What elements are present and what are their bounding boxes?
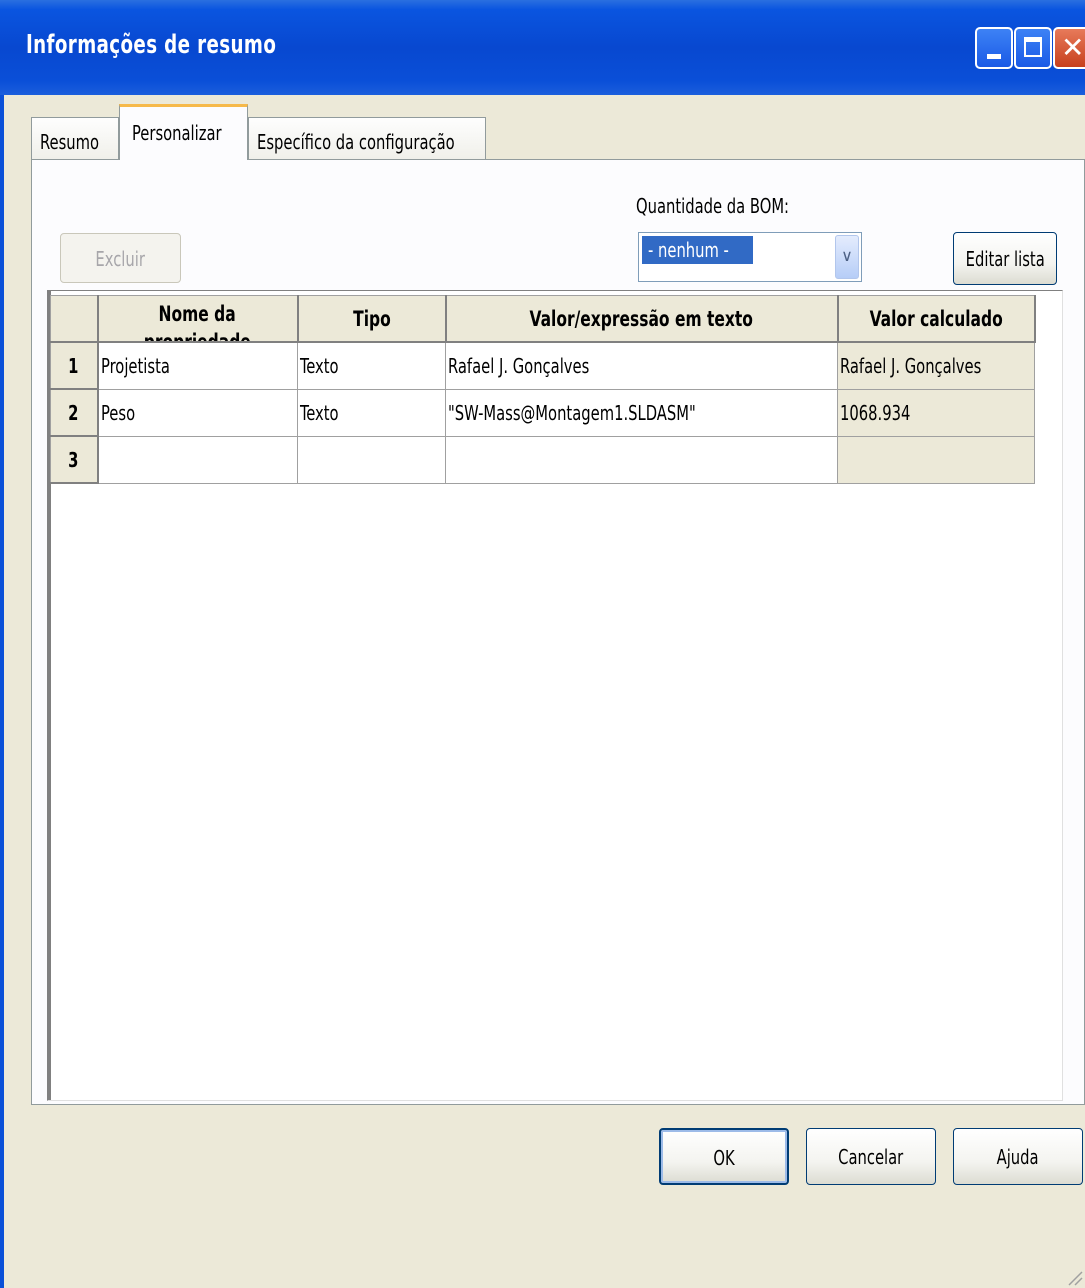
cell-text: Rafael J. Gonçalves bbox=[448, 353, 590, 378]
column-header-name-line2: propriedade bbox=[144, 332, 251, 340]
cell-calculated: 1068.934 bbox=[837, 388, 1035, 437]
title-bar[interactable]: Informações de resumo ✕ bbox=[0, 0, 1085, 95]
maximize-button[interactable] bbox=[1014, 27, 1052, 69]
cell-value[interactable] bbox=[445, 435, 838, 484]
cell-text: Projetista bbox=[100, 353, 170, 378]
row-header[interactable]: 2 bbox=[50, 388, 99, 437]
bom-quantity-label: Quantidade da BOM: bbox=[636, 194, 790, 218]
bom-quantity-value: - nenhum - bbox=[642, 236, 753, 264]
row-number: 3 bbox=[68, 447, 79, 472]
cell-name[interactable]: Projetista bbox=[97, 341, 298, 390]
cell-name[interactable]: Peso bbox=[97, 388, 298, 437]
tab-label: Específico da configuração bbox=[257, 130, 455, 154]
cell-type[interactable] bbox=[297, 435, 446, 484]
window-title: Informações de resumo bbox=[26, 30, 277, 60]
bom-quantity-value-text: - nenhum - bbox=[648, 238, 729, 262]
minimize-icon bbox=[987, 54, 1001, 59]
cell-text: Peso bbox=[100, 400, 135, 425]
tab-label: Resumo bbox=[40, 130, 100, 154]
cell-value[interactable]: Rafael J. Gonçalves bbox=[445, 341, 838, 390]
column-header-type[interactable]: Tipo bbox=[297, 295, 447, 343]
cell-text: Rafael J. Gonçalves bbox=[840, 353, 982, 378]
cell-text: Texto bbox=[300, 353, 339, 378]
cell-calculated bbox=[837, 435, 1035, 484]
close-icon: ✕ bbox=[1061, 31, 1085, 64]
cell-value[interactable]: "SW-Mass@Montagem1.SLDASM" bbox=[445, 388, 838, 437]
cancel-button[interactable]: Cancelar bbox=[806, 1128, 936, 1185]
help-button[interactable]: Ajuda bbox=[953, 1128, 1083, 1185]
edit-list-button-label: Editar lista bbox=[965, 247, 1045, 271]
row-header[interactable]: 1 bbox=[50, 341, 99, 390]
cell-text: Texto bbox=[300, 400, 339, 425]
delete-button[interactable]: Excluir bbox=[60, 233, 181, 283]
ok-button[interactable]: OK bbox=[659, 1128, 789, 1185]
ok-button-label: OK bbox=[713, 1146, 735, 1170]
cell-type[interactable]: Texto bbox=[297, 341, 446, 390]
grid-corner-cell[interactable] bbox=[50, 295, 99, 343]
maximize-icon bbox=[1024, 37, 1042, 57]
tab-personalizar[interactable]: Personalizar bbox=[119, 104, 248, 160]
row-number: 2 bbox=[68, 400, 79, 425]
minimize-button[interactable] bbox=[975, 27, 1013, 69]
tab-label: Personalizar bbox=[132, 121, 222, 145]
bom-quantity-select[interactable]: - nenhum - ∨ bbox=[638, 232, 862, 282]
column-header-type-label: Tipo bbox=[352, 306, 391, 331]
chevron-down-icon[interactable]: ∨ bbox=[835, 235, 859, 279]
edit-list-button[interactable]: Editar lista bbox=[953, 232, 1057, 285]
window-border bbox=[0, 95, 4, 1288]
row-header[interactable]: 3 bbox=[50, 435, 99, 484]
column-header-calculated-label: Valor calculado bbox=[869, 306, 1003, 331]
cancel-button-label: Cancelar bbox=[838, 1145, 904, 1169]
cell-text: "SW-Mass@Montagem1.SLDASM" bbox=[448, 400, 696, 425]
cell-name[interactable] bbox=[97, 435, 298, 484]
grid-header-row: Nome da propriedade Tipo Valor/expressão… bbox=[50, 295, 1036, 343]
row-number: 1 bbox=[68, 353, 79, 378]
tab-especifico-configuracao[interactable]: Específico da configuração bbox=[248, 117, 486, 159]
delete-button-label: Excluir bbox=[95, 247, 146, 271]
cell-calculated: Rafael J. Gonçalves bbox=[837, 341, 1035, 390]
cell-text: 1068.934 bbox=[840, 400, 911, 425]
properties-grid: Nome da propriedade Tipo Valor/expressão… bbox=[50, 295, 1036, 484]
column-header-calculated[interactable]: Valor calculado bbox=[837, 295, 1036, 343]
resize-grip-icon[interactable] bbox=[1065, 1268, 1083, 1286]
tab-resumo[interactable]: Resumo bbox=[31, 117, 119, 159]
help-button-label: Ajuda bbox=[997, 1145, 1039, 1169]
table-row: 3 bbox=[50, 435, 1035, 484]
column-header-value[interactable]: Valor/expressão em texto bbox=[445, 295, 839, 343]
column-header-name[interactable]: Nome da propriedade bbox=[97, 295, 299, 343]
table-row: 1 Projetista Texto Rafael J. Gonçalves R… bbox=[50, 341, 1035, 390]
column-header-value-label: Valor/expressão em texto bbox=[529, 306, 754, 331]
column-header-name-line1: Nome da bbox=[158, 302, 237, 326]
cell-type[interactable]: Texto bbox=[297, 388, 446, 437]
dialog-window: Informações de resumo ✕ Resumo Personali… bbox=[0, 0, 1085, 1288]
table-row: 2 Peso Texto "SW-Mass@Montagem1.SLDASM" … bbox=[50, 388, 1035, 437]
close-button[interactable]: ✕ bbox=[1053, 27, 1085, 69]
